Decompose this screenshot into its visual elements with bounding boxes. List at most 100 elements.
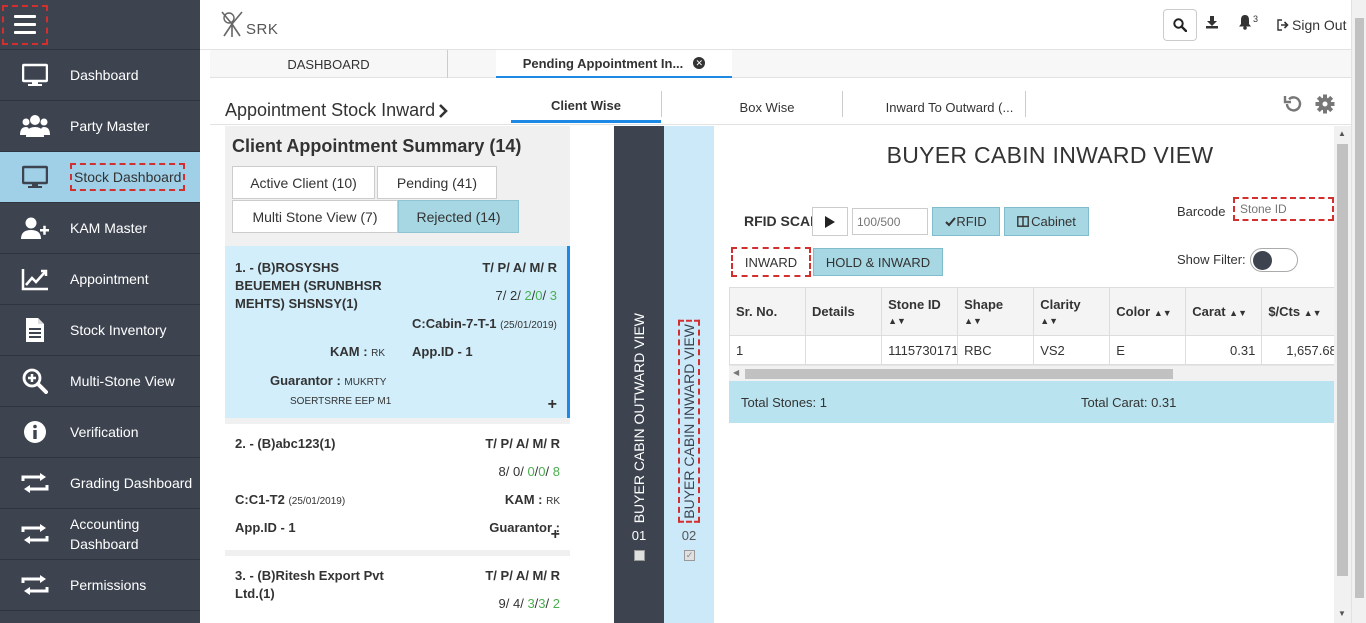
column-header[interactable]: Color ▲▼: [1109, 287, 1187, 336]
check-icon: [945, 216, 957, 226]
hold-and-inward-button[interactable]: HOLD & INWARD: [813, 248, 943, 276]
filter-active-client-button[interactable]: Active Client (10): [232, 166, 375, 199]
scrollbar-thumb[interactable]: [1337, 144, 1348, 576]
sidebar-item-kam-master[interactable]: KAM Master: [0, 203, 200, 254]
filter-label: Pending (41): [396, 174, 478, 191]
client-summary-panel: Client Appointment Summary (14) Active C…: [225, 126, 570, 623]
tab-label: DASHBOARD: [287, 56, 370, 72]
search-button[interactable]: [1163, 9, 1197, 41]
rfid-button[interactable]: RFID: [932, 207, 1000, 236]
chevron-right-icon[interactable]: [437, 103, 449, 118]
column-header[interactable]: Stone ID ▲▼: [881, 287, 959, 336]
expand-plus-icon[interactable]: +: [548, 396, 557, 414]
scroll-up-icon[interactable]: ▲: [1338, 129, 1346, 138]
sidebar-item-verification[interactable]: Verification: [0, 407, 200, 458]
filter-pending-button[interactable]: Pending (41): [377, 166, 497, 199]
sidebar-item-label: Stock Dashboard: [70, 163, 186, 191]
table-cell: 0.31: [1185, 335, 1263, 365]
vertical-scrollbar[interactable]: ▲ ▼: [1334, 126, 1351, 623]
sidebar-item-accounting-dashboard[interactable]: Accounting Dashboard: [0, 509, 200, 560]
strip-checkbox[interactable]: ✓: [684, 550, 695, 561]
sidebar-item-grading-dashboard[interactable]: Grading Dashboard: [0, 458, 200, 509]
column-header[interactable]: Sr. No.: [728, 287, 807, 336]
column-header[interactable]: $/Cts ▲▼: [1261, 287, 1334, 336]
column-header[interactable]: Details: [805, 287, 883, 336]
app-id: App.ID - 1: [412, 344, 473, 359]
cabin-info: C:C1-T2 (25/01/2019): [235, 492, 346, 507]
sign-out-button[interactable]: Sign Out: [1277, 17, 1346, 33]
horizontal-scrollbar[interactable]: ◀: [729, 365, 1334, 381]
subtab-label: Client Wise: [551, 98, 621, 113]
inward-button[interactable]: INWARD: [731, 247, 811, 277]
tab-dashboard[interactable]: DASHBOARD: [210, 50, 448, 78]
subtab-inward-to-outward[interactable]: Inward To Outward (...: [862, 91, 1037, 123]
filter-label: Rejected (14): [416, 208, 501, 225]
refresh-icon[interactable]: [1283, 94, 1303, 117]
sidebar-item-stock-inventory[interactable]: Stock Inventory: [0, 305, 200, 356]
sidebar-item-multi-stone-view[interactable]: Multi-Stone View: [0, 356, 200, 407]
logo-icon: [221, 11, 243, 37]
status-counts: 8/ 0/ 0/0/ 8: [498, 464, 561, 479]
client-card[interactable]: 2. - (B)abc123(1) T/ P/ A/ M/ R 8/ 0/ 0/…: [225, 424, 570, 550]
stone-id-input[interactable]: [1233, 197, 1334, 221]
filter-label: Multi Stone View (7): [252, 208, 378, 225]
inward-view-strip[interactable]: BUYER CABIN INWARD VIEW 02 ✓: [664, 126, 714, 623]
close-icon[interactable]: ✕: [693, 57, 706, 69]
guarantor-info: Guarantor : MUKRTY: [270, 373, 387, 388]
expand-plus-icon[interactable]: +: [551, 526, 560, 544]
scroll-down-icon[interactable]: ▼: [1338, 609, 1346, 618]
sort-icon: ▲▼: [1153, 308, 1172, 318]
sidebar-item-party-master[interactable]: Party Master: [0, 101, 200, 152]
table-cell: 1115730171: [881, 335, 959, 365]
sidebar-item-dashboard[interactable]: Dashboard: [0, 50, 200, 101]
sidebar-item-stock-dashboard[interactable]: Stock Dashboard: [0, 152, 200, 203]
barcode-label: Barcode: [1177, 204, 1226, 219]
table-row[interactable]: 1 1115730171 RBC VS2 E 0.31 1,657.68 1: [728, 335, 1334, 365]
strip-checkbox[interactable]: [634, 550, 645, 561]
client-card[interactable]: 1. - (B)ROSYSHS BEUEMEH (SRUNBHSR MEHTS)…: [225, 246, 570, 418]
zoom-in-icon: [0, 368, 70, 394]
hamburger-menu-button[interactable]: [0, 0, 200, 50]
column-header[interactable]: Carat ▲▼: [1185, 287, 1263, 336]
client-card[interactable]: 3. - (B)Ritesh Export Pvt Ltd.(1) T/ P/ …: [225, 556, 570, 623]
monitor-icon: [0, 63, 70, 87]
subtab-label: Inward To Outward (...: [885, 99, 1014, 115]
notifications-button[interactable]: 3: [1238, 14, 1258, 30]
subtab-box-wise[interactable]: Box Wise: [692, 91, 842, 123]
client-name: 1. - (B)ROSYSHS BEUEMEH (SRUNBHSR MEHTS)…: [235, 260, 382, 311]
table-cell: E: [1109, 335, 1187, 365]
download-button[interactable]: [1205, 15, 1219, 32]
menu-icon[interactable]: [2, 4, 48, 45]
gear-icon[interactable]: [1315, 94, 1335, 117]
column-header[interactable]: Shape ▲▼: [957, 287, 1035, 336]
column-header[interactable]: Clarity ▲▼: [1033, 287, 1111, 336]
rfid-count-input[interactable]: [852, 208, 928, 235]
logo[interactable]: SRK: [220, 10, 278, 38]
tab-pending-appointment[interactable]: Pending Appointment In... ✕: [496, 50, 732, 78]
cabinet-button[interactable]: Cabinet: [1004, 207, 1089, 236]
sidebar-item-label: Permissions: [70, 577, 147, 593]
sidebar-item-permissions[interactable]: Permissions: [0, 560, 200, 611]
scrollbar-thumb[interactable]: [745, 369, 1173, 379]
page-title-text: Appointment Stock Inward: [225, 100, 436, 120]
chart-line-icon: [0, 267, 70, 291]
scrollbar-thumb[interactable]: [1355, 18, 1364, 598]
client-name: 3. - (B)Ritesh Export Pvt Ltd.(1): [235, 568, 384, 601]
outward-view-strip[interactable]: BUYER CABIN OUTWARD VIEW 01: [614, 126, 664, 623]
page-scrollbar[interactable]: [1351, 0, 1366, 623]
client-name: 2. - (B)abc123(1): [235, 436, 336, 451]
sign-out-icon: [1277, 19, 1289, 31]
filter-multi-stone-button[interactable]: Multi Stone View (7): [232, 200, 398, 233]
play-button[interactable]: [812, 207, 848, 236]
sort-icon: ▲▼: [888, 315, 906, 326]
table-cell: RBC: [957, 335, 1035, 365]
search-icon: [1173, 18, 1187, 32]
filter-rejected-button[interactable]: Rejected (14): [398, 200, 519, 233]
cabinet-icon: [1017, 216, 1029, 227]
show-filter-toggle[interactable]: [1250, 248, 1298, 272]
sidebar-item-appointment[interactable]: Appointment: [0, 254, 200, 305]
scroll-left-icon[interactable]: ◀: [733, 368, 739, 377]
guarantor-info-extra: SOERTSRRE EEP M1: [290, 396, 392, 407]
info-icon: [0, 420, 70, 444]
subtab-client-wise[interactable]: Client Wise: [511, 91, 661, 123]
